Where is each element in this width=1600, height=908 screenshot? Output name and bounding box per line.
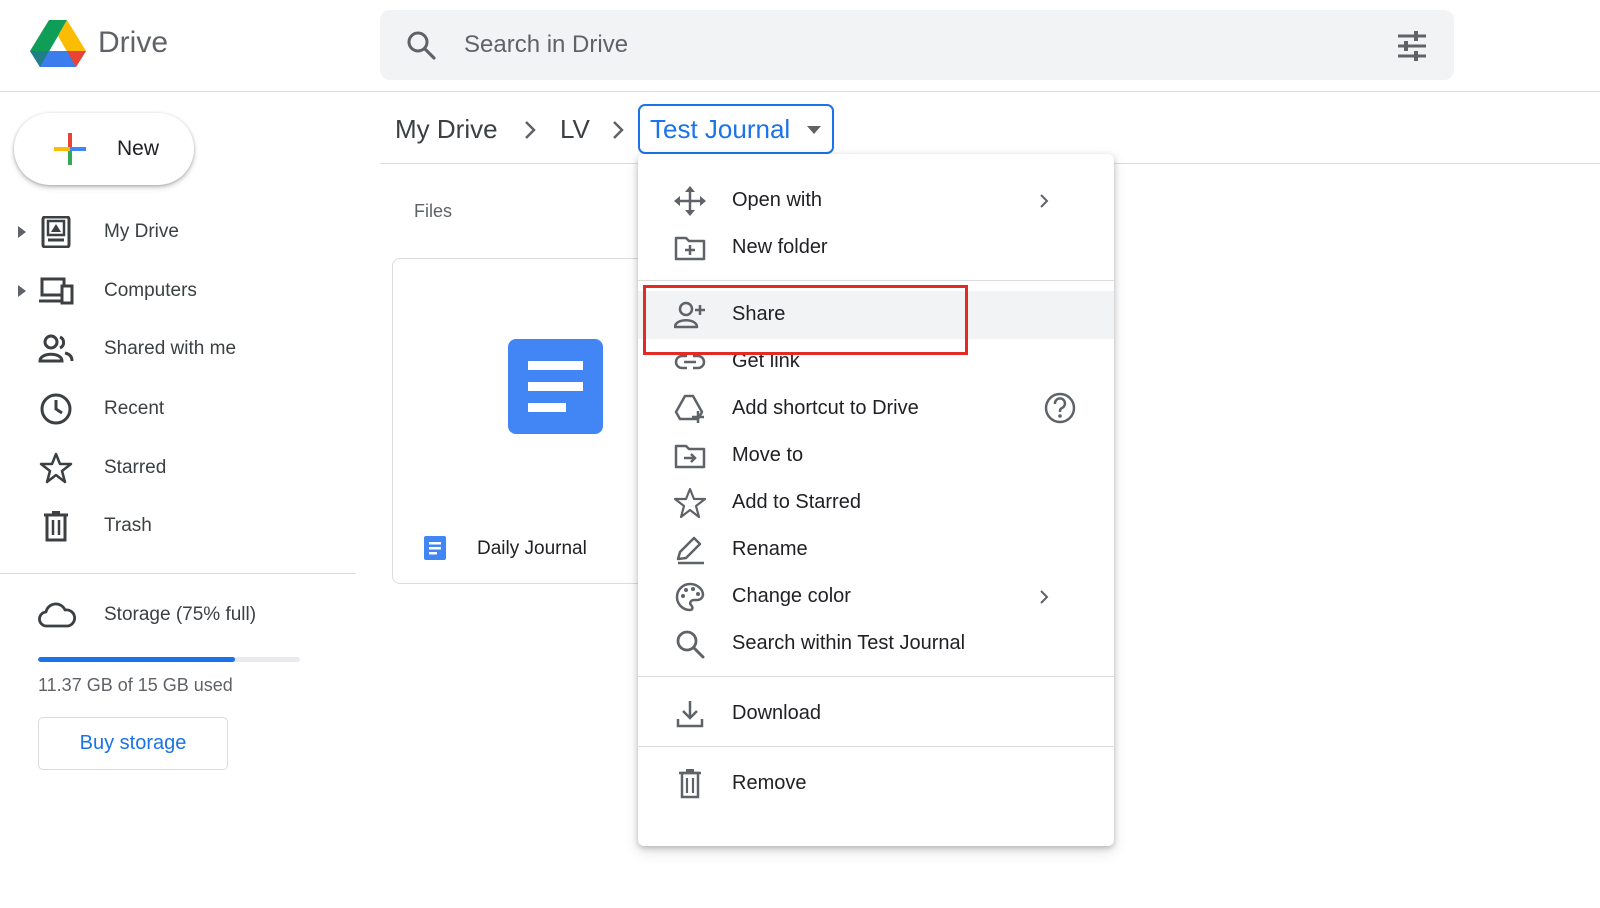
chevron-right-icon — [613, 121, 624, 139]
menu-item-open-with[interactable]: Open with — [638, 177, 1114, 225]
share-highlight-annotation — [643, 285, 968, 355]
menu-item-label: Move to — [732, 444, 804, 466]
new-folder-icon — [674, 236, 706, 261]
menu-item-label: Remove — [732, 772, 807, 794]
shared-with-me-icon — [38, 334, 74, 363]
search-icon[interactable] — [406, 30, 436, 60]
storage-progress-fill — [38, 657, 235, 662]
menu-item-label: Rename — [732, 538, 808, 560]
top-bar: Drive — [0, 0, 1600, 92]
chevron-right-icon — [1040, 194, 1049, 208]
breadcrumb-item-my-drive[interactable]: My Drive — [395, 114, 498, 145]
clock-icon — [40, 393, 72, 425]
help-icon[interactable] — [1043, 391, 1077, 425]
files-section-label: Files — [414, 201, 453, 221]
menu-item-change-color[interactable]: Change color — [638, 573, 1114, 621]
breadcrumb-item-lv[interactable]: LV — [560, 114, 590, 145]
new-button[interactable]: New — [14, 113, 194, 185]
computers-icon — [39, 277, 74, 305]
sidebar-item-starred[interactable]: Starred — [0, 443, 350, 493]
sidebar-item-label: My Drive — [104, 221, 179, 242]
rename-pencil-icon — [676, 536, 704, 565]
breadcrumb-current-folder-button[interactable]: Test Journal — [638, 104, 834, 154]
multicolor-plus-icon — [54, 133, 86, 165]
storage-progress-bar — [38, 657, 300, 662]
menu-item-label: Add shortcut to Drive — [732, 397, 919, 419]
menu-item-label: Open with — [732, 189, 823, 211]
dropdown-arrow-icon — [807, 126, 821, 134]
storage-label: Storage (75% full) — [104, 604, 257, 625]
menu-item-label: Download — [732, 702, 821, 724]
drive-logo-icon[interactable] — [30, 18, 86, 68]
download-icon — [676, 701, 704, 728]
sidebar-item-label: Starred — [104, 457, 167, 478]
google-doc-preview-icon — [508, 339, 603, 434]
chevron-right-icon — [1040, 590, 1049, 604]
search-bar[interactable] — [380, 10, 1454, 80]
expand-caret-icon[interactable] — [16, 283, 28, 299]
expand-caret-icon[interactable] — [16, 224, 28, 240]
open-with-icon — [674, 186, 706, 216]
folder-context-menu: Open with New folder Share Get link Add … — [638, 154, 1114, 846]
sidebar-item-computers[interactable]: Computers — [0, 266, 350, 316]
sidebar-item-label: Trash — [104, 515, 152, 536]
star-icon — [39, 452, 73, 484]
trash-icon — [44, 511, 68, 542]
menu-item-label: New folder — [732, 236, 828, 258]
menu-item-label: Change color — [732, 585, 851, 607]
search-options-icon[interactable] — [1396, 30, 1428, 62]
file-name: Daily Journal — [477, 538, 587, 559]
cloud-icon — [38, 602, 76, 628]
storage-usage-text: 11.37 GB of 15 GB used — [38, 675, 233, 695]
brand-title: Drive — [98, 26, 169, 59]
google-doc-icon — [424, 536, 446, 560]
chevron-right-icon — [525, 121, 536, 139]
menu-divider — [638, 676, 1114, 677]
menu-item-label: Add to Starred — [732, 491, 861, 513]
sidebar-item-storage[interactable]: Storage (75% full) — [0, 590, 350, 640]
menu-item-label: Search within Test Journal — [732, 632, 966, 654]
sidebar-item-label: Shared with me — [104, 338, 237, 359]
menu-item-new-folder[interactable]: New folder — [638, 224, 1114, 272]
menu-item-move-to[interactable]: Move to — [638, 432, 1114, 480]
sidebar-item-recent[interactable]: Recent — [0, 384, 350, 434]
sidebar-item-label: Computers — [104, 280, 197, 301]
move-to-folder-icon — [674, 444, 706, 469]
menu-item-rename[interactable]: Rename — [638, 526, 1114, 574]
menu-item-remove[interactable]: Remove — [638, 760, 1114, 808]
sidebar-item-shared-with-me[interactable]: Shared with me — [0, 324, 350, 374]
search-input[interactable] — [464, 26, 1324, 64]
buy-storage-button[interactable]: Buy storage — [38, 717, 228, 770]
menu-divider — [638, 746, 1114, 747]
sidebar-item-my-drive[interactable]: My Drive — [0, 207, 350, 257]
search-icon — [676, 630, 705, 659]
sidebar-item-label: Recent — [104, 398, 165, 419]
breadcrumb-current-label: Test Journal — [650, 114, 791, 144]
menu-item-download[interactable]: Download — [638, 690, 1114, 738]
my-drive-icon — [41, 216, 71, 248]
trash-icon — [679, 769, 701, 799]
new-button-label: New — [117, 137, 160, 160]
add-shortcut-icon — [674, 394, 704, 423]
palette-icon — [675, 582, 705, 612]
sidebar-item-trash[interactable]: Trash — [0, 501, 350, 551]
menu-item-add-shortcut[interactable]: Add shortcut to Drive — [638, 385, 1114, 433]
menu-item-add-to-starred[interactable]: Add to Starred — [638, 479, 1114, 527]
menu-divider — [638, 280, 1114, 281]
star-icon — [674, 488, 706, 518]
sidebar-divider — [0, 573, 356, 574]
menu-item-search-within[interactable]: Search within Test Journal — [638, 620, 1114, 668]
